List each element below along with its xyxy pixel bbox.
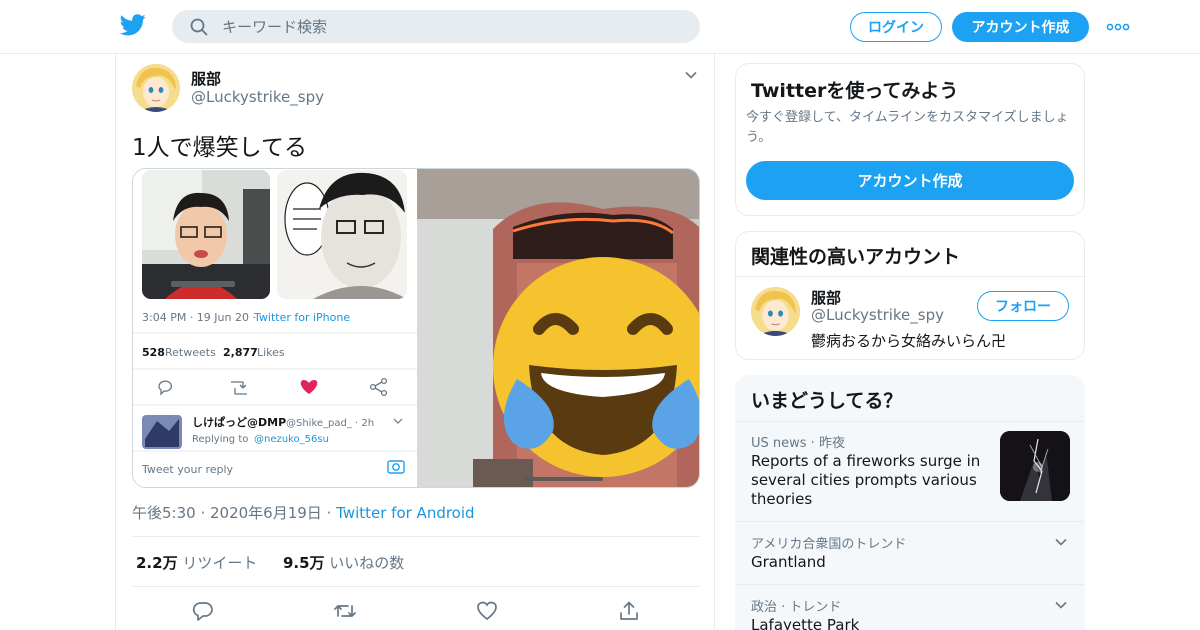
related-account-bio: 鬱病おるから女絡みいらん卍 (811, 332, 1007, 350)
trend-meta: 政治 · トレンド (751, 600, 842, 615)
media-image: 3:04 PM · 19 Jun 20 · Twitter for iPhone… (133, 169, 699, 487)
signup-button[interactable]: アカウント作成 (952, 12, 1089, 42)
avatar-image (132, 64, 180, 112)
trend-title: Reports of a fireworks surge in several … (751, 452, 981, 508)
related-account-name[interactable]: 服部 (811, 287, 841, 308)
chevron-down-icon[interactable] (684, 68, 698, 82)
search-input[interactable] (222, 10, 682, 43)
signup-card-button[interactable]: アカウント作成 (746, 161, 1074, 200)
more-options-icon[interactable] (1106, 18, 1130, 36)
media-retweets-label: Retweets (165, 346, 216, 359)
media-source: Twitter for iPhone (253, 311, 350, 324)
trends-card: いまどうしてる？ US news · 昨夜 Reports of a firew… (735, 375, 1085, 630)
tweet-source-link[interactable]: Twitter for Android (336, 504, 474, 522)
media-likes-count: 2,877 (223, 346, 258, 359)
related-card-title: 関連性の高いアカウント (751, 246, 961, 268)
media-reply-name: しけぱっど@DMP (192, 415, 286, 429)
divider (736, 584, 1084, 585)
tweet-time[interactable]: 午後5:30 (132, 504, 196, 522)
trend-title: Lafayette Park (751, 616, 860, 630)
tweet-stats: 2.2万 リツイート 9.5万 いいねの数 (136, 552, 404, 573)
retweets-stat[interactable]: 2.2万 リツイート (136, 554, 257, 572)
media-replying-to-handle: @nezuko_56su (254, 434, 329, 445)
chevron-down-icon[interactable] (1054, 535, 1068, 549)
chevron-down-icon[interactable] (1054, 598, 1068, 612)
media-timestamp: 3:04 PM · 19 Jun 20 · (142, 311, 256, 324)
search-icon (190, 18, 208, 36)
trend-meta: アメリカ合衆国のトレンド (751, 537, 907, 552)
tweet-date[interactable]: 2020年6月19日 (210, 504, 322, 522)
signup-card-subtitle: 今すぐ登録して、タイムラインをカスタマイズしましょう。 (746, 110, 1069, 145)
avatar-image (751, 287, 800, 336)
avatar[interactable] (751, 287, 800, 336)
share-icon[interactable] (618, 600, 640, 622)
related-accounts-card: 関連性の高いアカウント 服部 @Luckystrike_spy 鬱病おるから女絡… (735, 231, 1085, 360)
reply-icon[interactable] (192, 600, 214, 622)
media-reply-placeholder: Tweet your reply (141, 463, 234, 476)
twitter-logo-icon[interactable] (120, 13, 146, 37)
top-bar: ログイン アカウント作成 (0, 0, 1200, 54)
tweet-metadata: 午後5:30 · 2020年6月19日 · Twitter for Androi… (132, 504, 475, 522)
trend-thumbnail (1000, 431, 1070, 501)
media-replying-to-label: Replying to (192, 434, 248, 445)
tweet-author-handle[interactable]: @Luckystrike_spy (191, 88, 324, 106)
search-box[interactable] (172, 10, 700, 43)
divider (132, 536, 700, 537)
divider (736, 276, 1084, 277)
media-likes-label: Likes (257, 346, 285, 359)
follow-button[interactable]: フォロー (977, 291, 1069, 321)
login-button[interactable]: ログイン (850, 12, 942, 42)
likes-stat[interactable]: 9.5万 いいねの数 (283, 554, 404, 572)
media-reply-handle: @Shike_pad_ · 2h (286, 418, 374, 429)
media-retweets-count: 528 (142, 346, 165, 359)
divider (736, 521, 1084, 522)
like-icon[interactable] (476, 600, 498, 622)
avatar[interactable] (132, 64, 180, 112)
divider (132, 586, 700, 587)
signup-card: Twitterを使ってみよう 今すぐ登録して、タイムラインをカスタマイズしましょ… (735, 63, 1085, 216)
tweet-author-name[interactable]: 服部 (191, 68, 221, 89)
tweet-media[interactable]: 3:04 PM · 19 Jun 20 · Twitter for iPhone… (132, 168, 700, 488)
retweet-icon[interactable] (334, 600, 356, 622)
divider (736, 421, 1084, 422)
signup-card-title: Twitterを使ってみよう (751, 80, 959, 102)
trend-title: Grantland (751, 553, 826, 571)
trend-meta: US news · 昨夜 (751, 436, 845, 451)
tweet-text: 1人で爆笑してる (132, 135, 307, 161)
tweet-detail: 服部 @Luckystrike_spy 1人で爆笑してる 3:04 PM · 1… (115, 54, 715, 630)
trends-card-title: いまどうしてる？ (751, 390, 903, 412)
related-account-handle[interactable]: @Luckystrike_spy (811, 306, 944, 324)
